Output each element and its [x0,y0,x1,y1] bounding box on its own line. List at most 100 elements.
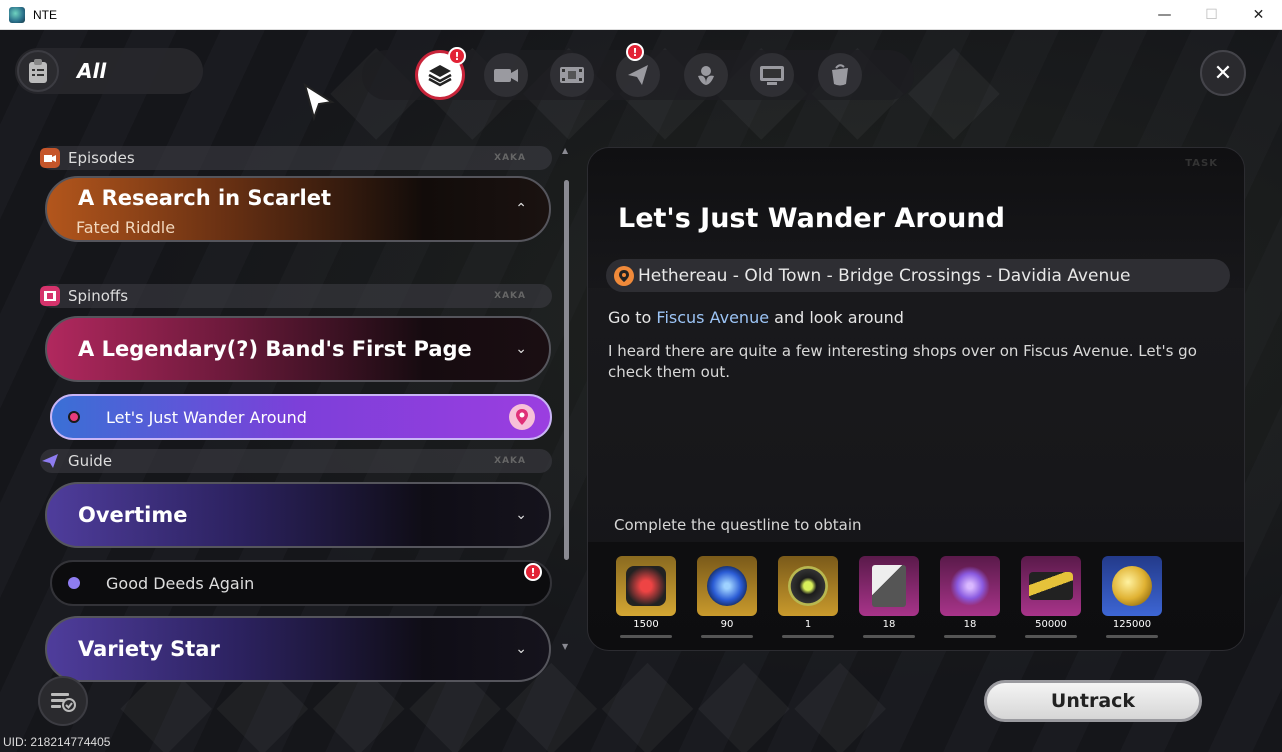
location-bar[interactable]: Hethereau - Old Town - Bridge Crossings … [606,259,1230,292]
top-bar: All ! ! ✕ [0,30,1282,110]
objective-location-link: Fiscus Avenue [656,308,770,327]
maximize-button[interactable]: ☐ [1188,0,1235,30]
quest-title: Let's Just Wander Around [618,203,1005,234]
record-disc-icon [788,566,828,606]
section-guide: Guide XAKA [40,449,552,473]
reward-count: 1 [804,619,812,630]
location-pin-icon [509,404,535,430]
reward-underline [944,635,996,638]
quest-detail-panel: TASK Let's Just Wander Around Hethereau … [587,147,1245,651]
game-viewport: ◆◆◆◆◆◆◆ ◆◆◆◆◆◆◆◆ All ! ! [0,30,1282,752]
minimize-button[interactable]: — [1141,0,1188,30]
subquest-label: Good Deeds Again [106,573,255,593]
quest-card-title: Variety Star [78,637,220,661]
quest-history-button[interactable] [38,676,88,726]
section-tag: XAKA [494,153,526,163]
reward-item[interactable] [859,556,919,616]
checklist-icon [51,693,76,712]
section-spinoffs: Spinoffs XAKA [40,284,552,308]
blue-orb-icon [707,566,747,606]
reward-underline [1106,635,1158,638]
card-pack-icon [872,565,906,607]
subquest-label: Let's Just Wander Around [106,407,307,427]
quest-card-title: A Legendary(?) Band's First Page [78,337,472,361]
clipboard-icon [17,50,59,92]
player-uid: UID: 218214774405 [3,735,111,749]
reward-count: 1500 [633,619,659,630]
scroll-up-arrow[interactable]: ▲ [562,146,568,155]
reward-count: 18 [963,619,977,630]
screen-icon [760,66,784,85]
gold-coin-icon [1112,566,1152,606]
window-close-button[interactable]: ✕ [1235,0,1282,30]
chevron-down-icon: ⌄ [515,641,527,657]
crystal-cluster-icon [950,566,990,606]
scrollbar-thumb[interactable] [564,180,569,560]
quest-card-legendary-band[interactable]: A Legendary(?) Band's First Page ⌄ [45,316,551,382]
quest-list: Episodes XAKA A Research in Scarlet Fate… [40,146,554,682]
tab-alert-badge: ! [626,43,644,61]
chevron-down-icon: ⌄ [515,507,527,523]
reward-item[interactable] [940,556,1000,616]
quest-card-title: Overtime [78,503,188,527]
stack-layers-icon [428,65,452,87]
window-titlebar: NTE — ☐ ✕ [0,0,1282,30]
reward-count: 50000 [1035,619,1067,630]
alert-badge: ! [524,563,542,581]
window-controls: — ☐ ✕ [1141,0,1282,30]
camera-icon [494,69,518,82]
reward-underline [1025,635,1077,638]
reward-count: 18 [882,619,896,630]
reward-underline [620,635,672,638]
reward-item[interactable] [697,556,757,616]
reward-underline [701,635,753,638]
tab-paper-plane[interactable]: ! [616,43,660,97]
section-label: Guide [68,452,113,470]
reward-underline [782,635,834,638]
chevron-down-icon: ⌄ [515,341,527,357]
chevron-up-icon: ⌃ [515,201,527,217]
location-pin-icon [614,265,634,286]
reward-item[interactable] [778,556,838,616]
panel-tag: TASK [1185,158,1218,169]
tab-alert-badge: ! [448,47,466,65]
reward-count: 125000 [1112,619,1152,630]
cup-icon [832,64,848,86]
quest-card-a-research-in-scarlet[interactable]: A Research in Scarlet Fated Riddle ⌃ [45,176,551,242]
camera-icon [40,148,60,168]
scroll-down-arrow[interactable]: ▼ [562,642,568,651]
mouse-cursor-icon [303,82,335,122]
quest-card-subtitle: Fated Riddle [76,218,176,237]
tab-cup[interactable] [818,53,862,97]
close-panel-button[interactable]: ✕ [1200,50,1246,96]
tab-flower[interactable] [684,53,728,97]
quest-dot-icon [68,577,80,589]
section-label: Episodes [68,149,135,167]
reward-item[interactable] [1021,556,1081,616]
section-tag: XAKA [494,291,526,301]
objective-text: and look around [769,308,904,327]
film-icon [40,286,60,306]
tab-stack-layers[interactable]: ! [418,47,466,97]
objective-text: Go to [608,308,657,327]
hunter-badge-icon [626,566,666,606]
quest-objective: Go to Fiscus Avenue and look around [608,308,904,327]
tab-camera[interactable] [484,53,528,97]
untrack-button[interactable]: Untrack [984,680,1202,722]
quest-card-overtime[interactable]: Overtime ⌄ [45,482,551,548]
filter-selector[interactable]: All [15,48,203,94]
quest-card-variety-star[interactable]: Variety Star ⌄ [45,616,551,682]
film-icon [560,67,584,83]
ticket-icon [1029,572,1073,600]
reward-item[interactable] [1102,556,1162,616]
reward-count: 90 [720,619,734,630]
app-icon [9,6,25,23]
tab-screen[interactable] [750,53,794,97]
reward-item[interactable] [616,556,676,616]
subquest-lets-just-wander-around[interactable]: Let's Just Wander Around [50,394,552,440]
subquest-good-deeds-again[interactable]: Good Deeds Again ! [50,560,552,606]
section-episodes: Episodes XAKA [40,146,552,170]
filter-label: All [77,59,107,83]
tab-film[interactable] [550,53,594,97]
reward-underline [863,635,915,638]
